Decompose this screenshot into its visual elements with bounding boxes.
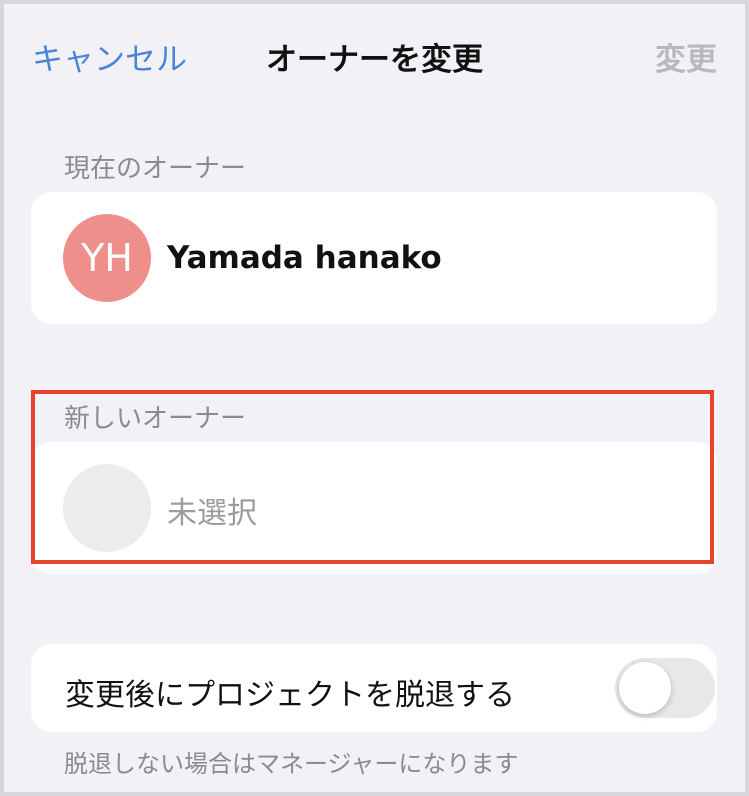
leave-project-row: 変更後にプロジェクトを脱退する: [31, 644, 717, 732]
current-owner-section-label: 現在のオーナー: [64, 154, 247, 184]
change-button[interactable]: 変更: [655, 34, 717, 79]
leave-project-toggle[interactable]: [615, 658, 715, 718]
avatar-initials: YH: [81, 236, 133, 280]
navigation-bar: キャンセル オーナーを変更 変更: [4, 4, 745, 104]
leave-project-label: 変更後にプロジェクトを脱退する: [65, 678, 515, 713]
current-owner-name: Yamada hanako: [167, 240, 442, 276]
new-owner-selector[interactable]: 未選択: [31, 442, 717, 574]
page-title: オーナーを変更: [266, 42, 483, 78]
footnote-text: 脱退しない場合はマネージャーになります: [64, 750, 519, 778]
toggle-knob: [619, 662, 671, 714]
empty-avatar: [63, 464, 151, 552]
change-owner-screen: キャンセル オーナーを変更 変更 現在のオーナー YH Yamada hanak…: [4, 4, 745, 792]
current-owner-card: YH Yamada hanako: [31, 192, 717, 324]
new-owner-placeholder: 未選択: [167, 496, 257, 531]
avatar: YH: [63, 214, 151, 302]
new-owner-section-label: 新しいオーナー: [64, 404, 247, 434]
